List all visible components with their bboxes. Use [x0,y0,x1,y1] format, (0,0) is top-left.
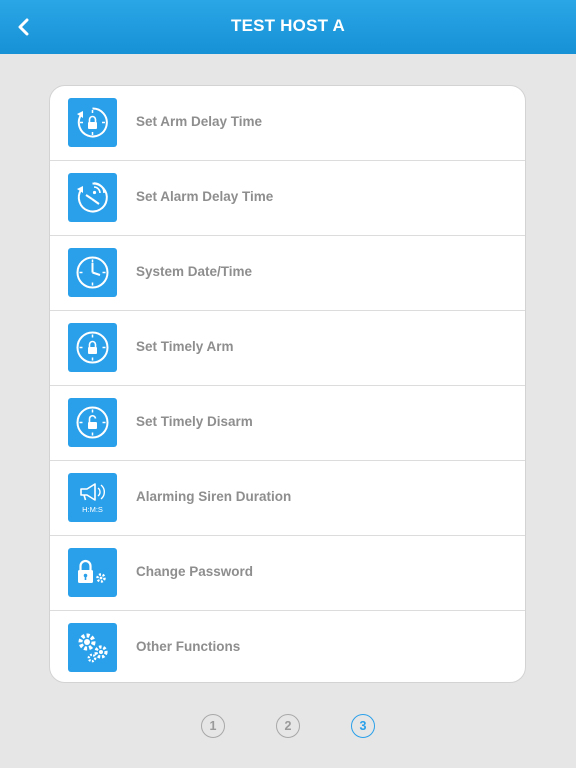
top-bar: TEST HOST A [0,0,576,54]
timely-disarm-icon [68,398,117,447]
clock-icon [68,248,117,297]
page-dot-2[interactable]: 2 [276,714,300,738]
menu-item-arm-delay[interactable]: Set Arm Delay Time [50,86,525,161]
siren-duration-icon-text: H:M:S [82,505,103,514]
page-dot-3[interactable]: 3 [351,714,375,738]
settings-list: Set Arm Delay Time Set Alarm Delay Time [49,85,526,683]
menu-item-alarm-delay[interactable]: Set Alarm Delay Time [50,161,525,236]
menu-item-label: Change Password [136,564,254,579]
page-indicator: 1 2 3 [0,714,576,742]
menu-item-change-password[interactable]: Change Password [50,536,525,611]
alarm-delay-icon [68,173,117,222]
menu-item-label: Set Arm Delay Time [136,114,263,129]
menu-item-timely-arm[interactable]: Set Timely Arm [50,311,525,386]
menu-item-label: Set Timely Disarm [136,414,253,429]
menu-item-label: Alarming Siren Duration [136,489,292,504]
page-title: TEST HOST A [231,16,345,35]
menu-item-label: Other Functions [136,639,241,654]
arm-delay-icon [68,98,117,147]
menu-item-other-functions[interactable]: Other Functions [50,611,525,682]
page-dot-1[interactable]: 1 [201,714,225,738]
menu-item-system-datetime[interactable]: System Date/Time [50,236,525,311]
siren-duration-icon: H:M:S [68,473,117,522]
gears-icon [68,623,117,672]
menu-item-label: Set Timely Arm [136,339,234,354]
menu-item-label: Set Alarm Delay Time [136,189,274,204]
timely-arm-icon [68,323,117,372]
menu-item-siren-duration[interactable]: H:M:S Alarming Siren Duration [50,461,525,536]
password-lock-icon [68,548,117,597]
menu-item-label: System Date/Time [136,264,253,279]
menu-item-timely-disarm[interactable]: Set Timely Disarm [50,386,525,461]
